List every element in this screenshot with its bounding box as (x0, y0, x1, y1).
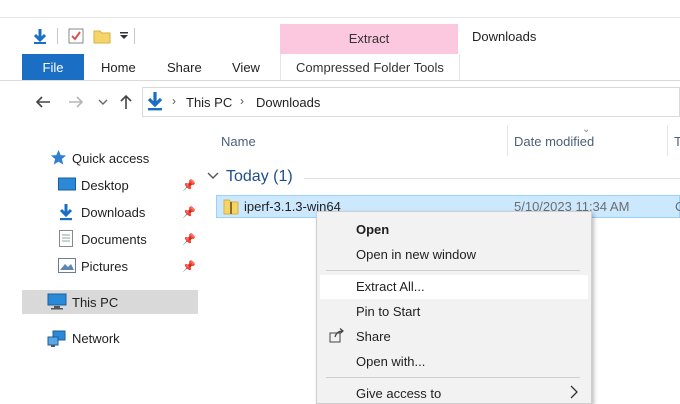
menu-separator (326, 270, 580, 271)
nav-this-pc[interactable]: This PC (72, 295, 118, 310)
menu-item-open[interactable]: Open (356, 222, 389, 237)
nav-item-documents[interactable]: Documents (81, 232, 147, 247)
qat-separator (57, 28, 58, 44)
menu-separator (326, 377, 580, 378)
column-header-type[interactable]: T (674, 134, 680, 149)
downloads-folder-icon (146, 91, 166, 111)
down-arrow-icon[interactable] (30, 26, 50, 46)
nav-item-pictures[interactable]: Pictures (81, 259, 128, 274)
column-divider[interactable] (507, 126, 508, 156)
tab-share[interactable]: Share (167, 60, 202, 75)
nav-item-desktop[interactable]: Desktop (81, 178, 129, 193)
star-icon (50, 149, 68, 167)
window-title: Downloads (472, 29, 537, 44)
pin-icon[interactable]: 📌 (182, 179, 196, 192)
column-divider[interactable] (667, 126, 668, 156)
qat-dropdown-icon[interactable] (114, 26, 134, 46)
tab-compressed-folder-tools[interactable]: Compressed Folder Tools (280, 54, 460, 80)
nav-item-downloads[interactable]: Downloads (81, 205, 145, 220)
column-header-name[interactable]: Name (221, 134, 256, 149)
breadcrumb-downloads[interactable]: Downloads (256, 95, 320, 110)
group-divider (304, 178, 680, 179)
submenu-arrow-icon (570, 385, 582, 401)
nav-quick-access[interactable]: Quick access (72, 151, 149, 166)
zip-folder-icon (223, 197, 239, 215)
tab-view[interactable]: View (232, 60, 260, 75)
column-header-date-modified[interactable]: Date modified (514, 134, 594, 149)
pin-icon[interactable]: 📌 (182, 206, 196, 219)
menu-item-share[interactable]: Share (356, 329, 391, 344)
downloads-icon (58, 203, 76, 221)
group-collapse-icon[interactable] (207, 169, 219, 181)
file-type-partial: C (675, 199, 680, 214)
forward-icon[interactable] (66, 92, 86, 112)
breadcrumb-separator: › (172, 94, 176, 108)
menu-item-open-new-window[interactable]: Open in new window (356, 247, 476, 262)
up-icon[interactable] (116, 92, 136, 112)
breadcrumb-separator: › (240, 94, 244, 108)
pc-icon (47, 293, 67, 311)
documents-icon (59, 230, 75, 248)
qat-separator (134, 28, 135, 44)
menu-item-pin-to-start[interactable]: Pin to Start (356, 304, 420, 319)
pin-icon[interactable]: 📌 (182, 233, 196, 246)
tab-home[interactable]: Home (101, 60, 136, 75)
pictures-icon (58, 258, 76, 274)
properties-icon[interactable] (66, 26, 86, 46)
breadcrumb-this-pc[interactable]: This PC (186, 95, 232, 110)
new-folder-icon[interactable] (92, 26, 112, 46)
group-header-today[interactable]: Today (1) (226, 168, 293, 186)
menu-item-give-access-to[interactable]: Give access to (356, 386, 441, 401)
network-icon (47, 330, 67, 348)
pin-icon[interactable]: 📌 (182, 260, 196, 273)
nav-network[interactable]: Network (72, 331, 120, 346)
menu-item-open-with[interactable]: Open with... (356, 354, 425, 369)
recent-dropdown-icon[interactable] (93, 92, 113, 112)
back-icon[interactable] (33, 92, 53, 112)
file-explorer-window: Extract Downloads File Home Share View C… (0, 0, 680, 404)
tab-file[interactable]: File (22, 54, 84, 80)
desktop-icon (58, 177, 76, 193)
context-group-label: Extract (348, 31, 390, 46)
menu-item-extract-all[interactable]: Extract All... (356, 279, 425, 294)
top-border (0, 0, 680, 18)
share-icon (329, 328, 345, 344)
